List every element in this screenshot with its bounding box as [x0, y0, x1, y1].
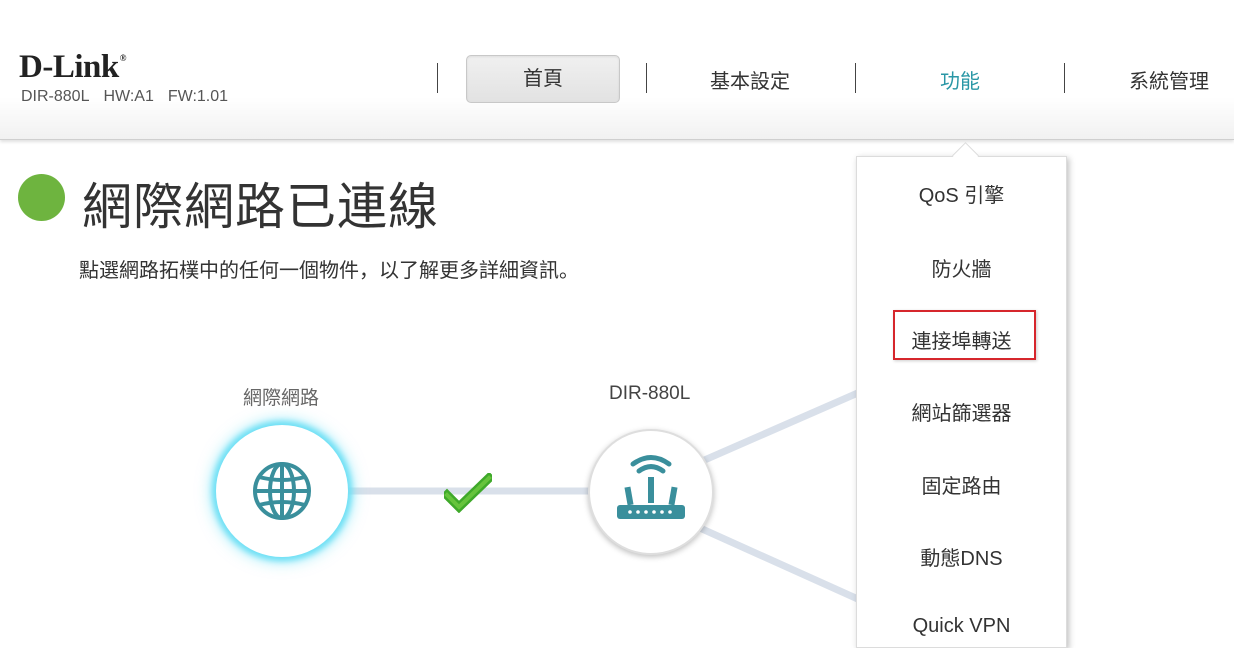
menu-item-quick-vpn[interactable]: Quick VPN [857, 615, 1066, 638]
menu-item-firewall[interactable]: 防火牆 [857, 253, 1066, 282]
globe-icon [253, 462, 311, 520]
menu-item-static-route[interactable]: 固定路由 [857, 470, 1066, 499]
features-dropdown-menu: QoS 引擎 防火牆 連接埠轉送 網站篩選器 固定路由 動態DNS Quick … [856, 156, 1067, 648]
menu-item-dynamic-dns[interactable]: 動態DNS [857, 542, 1066, 571]
internet-label: 網際網路 [243, 388, 320, 409]
internet-node[interactable] [216, 425, 348, 557]
router-label: DIR-880L [609, 383, 691, 404]
menu-item-website-filter[interactable]: 網站篩選器 [857, 397, 1066, 426]
router-icon [617, 455, 685, 519]
menu-item-qos-engine[interactable]: QoS 引擎 [857, 179, 1066, 208]
checkmark-icon [444, 473, 492, 513]
router-node[interactable] [588, 429, 714, 555]
highlight-box [893, 310, 1036, 360]
